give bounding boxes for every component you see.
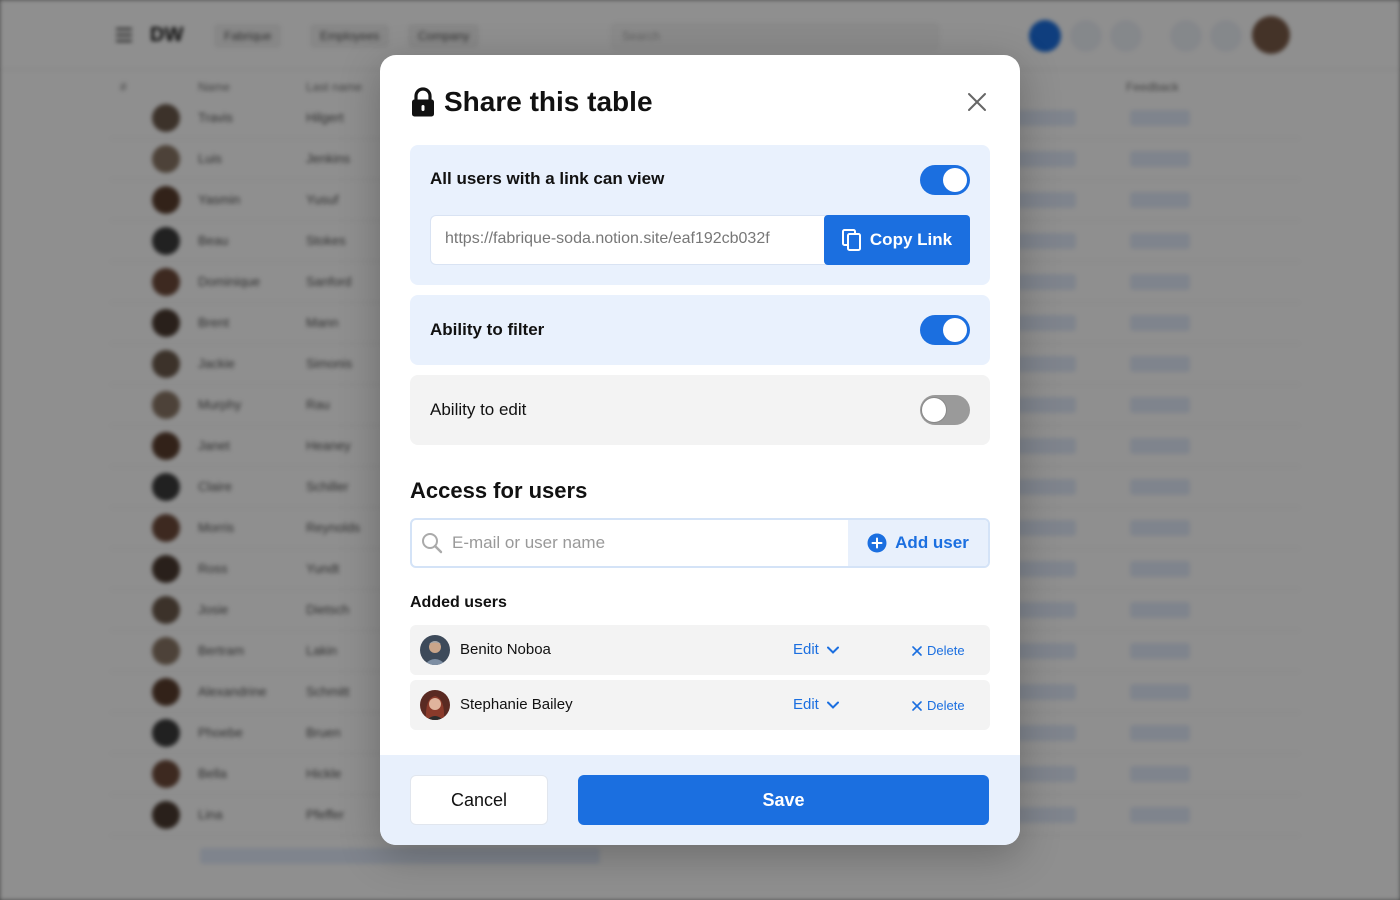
user-name: Benito Noboa [460,641,551,658]
add-user-row: Add user [410,518,990,568]
copy-link-label: Copy Link [869,230,953,249]
filter-label: Ability to filter [430,320,545,339]
link-share-label: All users with a link can view [430,169,665,188]
dialog-header: Share this table [410,85,990,119]
edit-label: Edit [793,641,819,658]
x-icon [912,645,922,656]
edit-permission-dropdown[interactable]: Edit [793,641,839,658]
edit-permission-dropdown[interactable]: Edit [793,696,839,713]
chevron-down-icon [826,646,839,654]
close-icon[interactable] [964,89,990,115]
dialog-title: Share this table [444,86,653,117]
chevron-down-icon [826,701,839,709]
user-row: Benito Noboa Edit Delete [410,625,990,675]
link-share-panel: All users with a link can view https://f… [410,145,990,285]
user-search-input[interactable] [452,532,842,554]
user-row: Stephanie Bailey Edit Delete [410,680,990,730]
copy-icon [841,229,861,251]
user-name: Stephanie Bailey [460,696,573,713]
edit-label: Edit [793,696,819,713]
access-section-title: Access for users [410,478,588,503]
lock-icon [412,87,434,117]
toggle-knob [922,398,946,422]
avatar [420,690,450,720]
delete-label: Delete [927,698,965,713]
toggle-knob [943,318,967,342]
edit-label: Ability to edit [430,400,527,419]
cancel-button[interactable]: Cancel [410,775,548,825]
add-user-button[interactable]: Add user [848,520,988,566]
added-users-title: Added users [410,594,507,611]
delete-user-button[interactable]: Delete [912,698,965,713]
save-button[interactable]: Save [578,775,989,825]
x-icon [912,700,922,711]
search-icon [422,533,443,554]
copy-link-button[interactable]: Copy Link [824,215,970,265]
avatar [420,635,450,665]
delete-label: Delete [927,643,965,658]
delete-user-button[interactable]: Delete [912,643,965,658]
filter-toggle[interactable] [920,315,970,345]
add-user-label: Add user [895,533,969,552]
edit-panel: Ability to edit [410,375,990,445]
link-share-toggle[interactable] [920,165,970,195]
edit-toggle[interactable] [920,395,970,425]
filter-panel: Ability to filter [410,295,990,365]
share-url-field[interactable]: https://fabrique-soda.notion.site/eaf192… [430,215,830,265]
share-dialog: Share this table All users with a link c… [380,55,1020,845]
toggle-knob [943,168,967,192]
dialog-footer: Cancel Save [380,755,1020,845]
plus-circle-icon [867,533,887,553]
link-row: https://fabrique-soda.notion.site/eaf192… [430,215,970,265]
